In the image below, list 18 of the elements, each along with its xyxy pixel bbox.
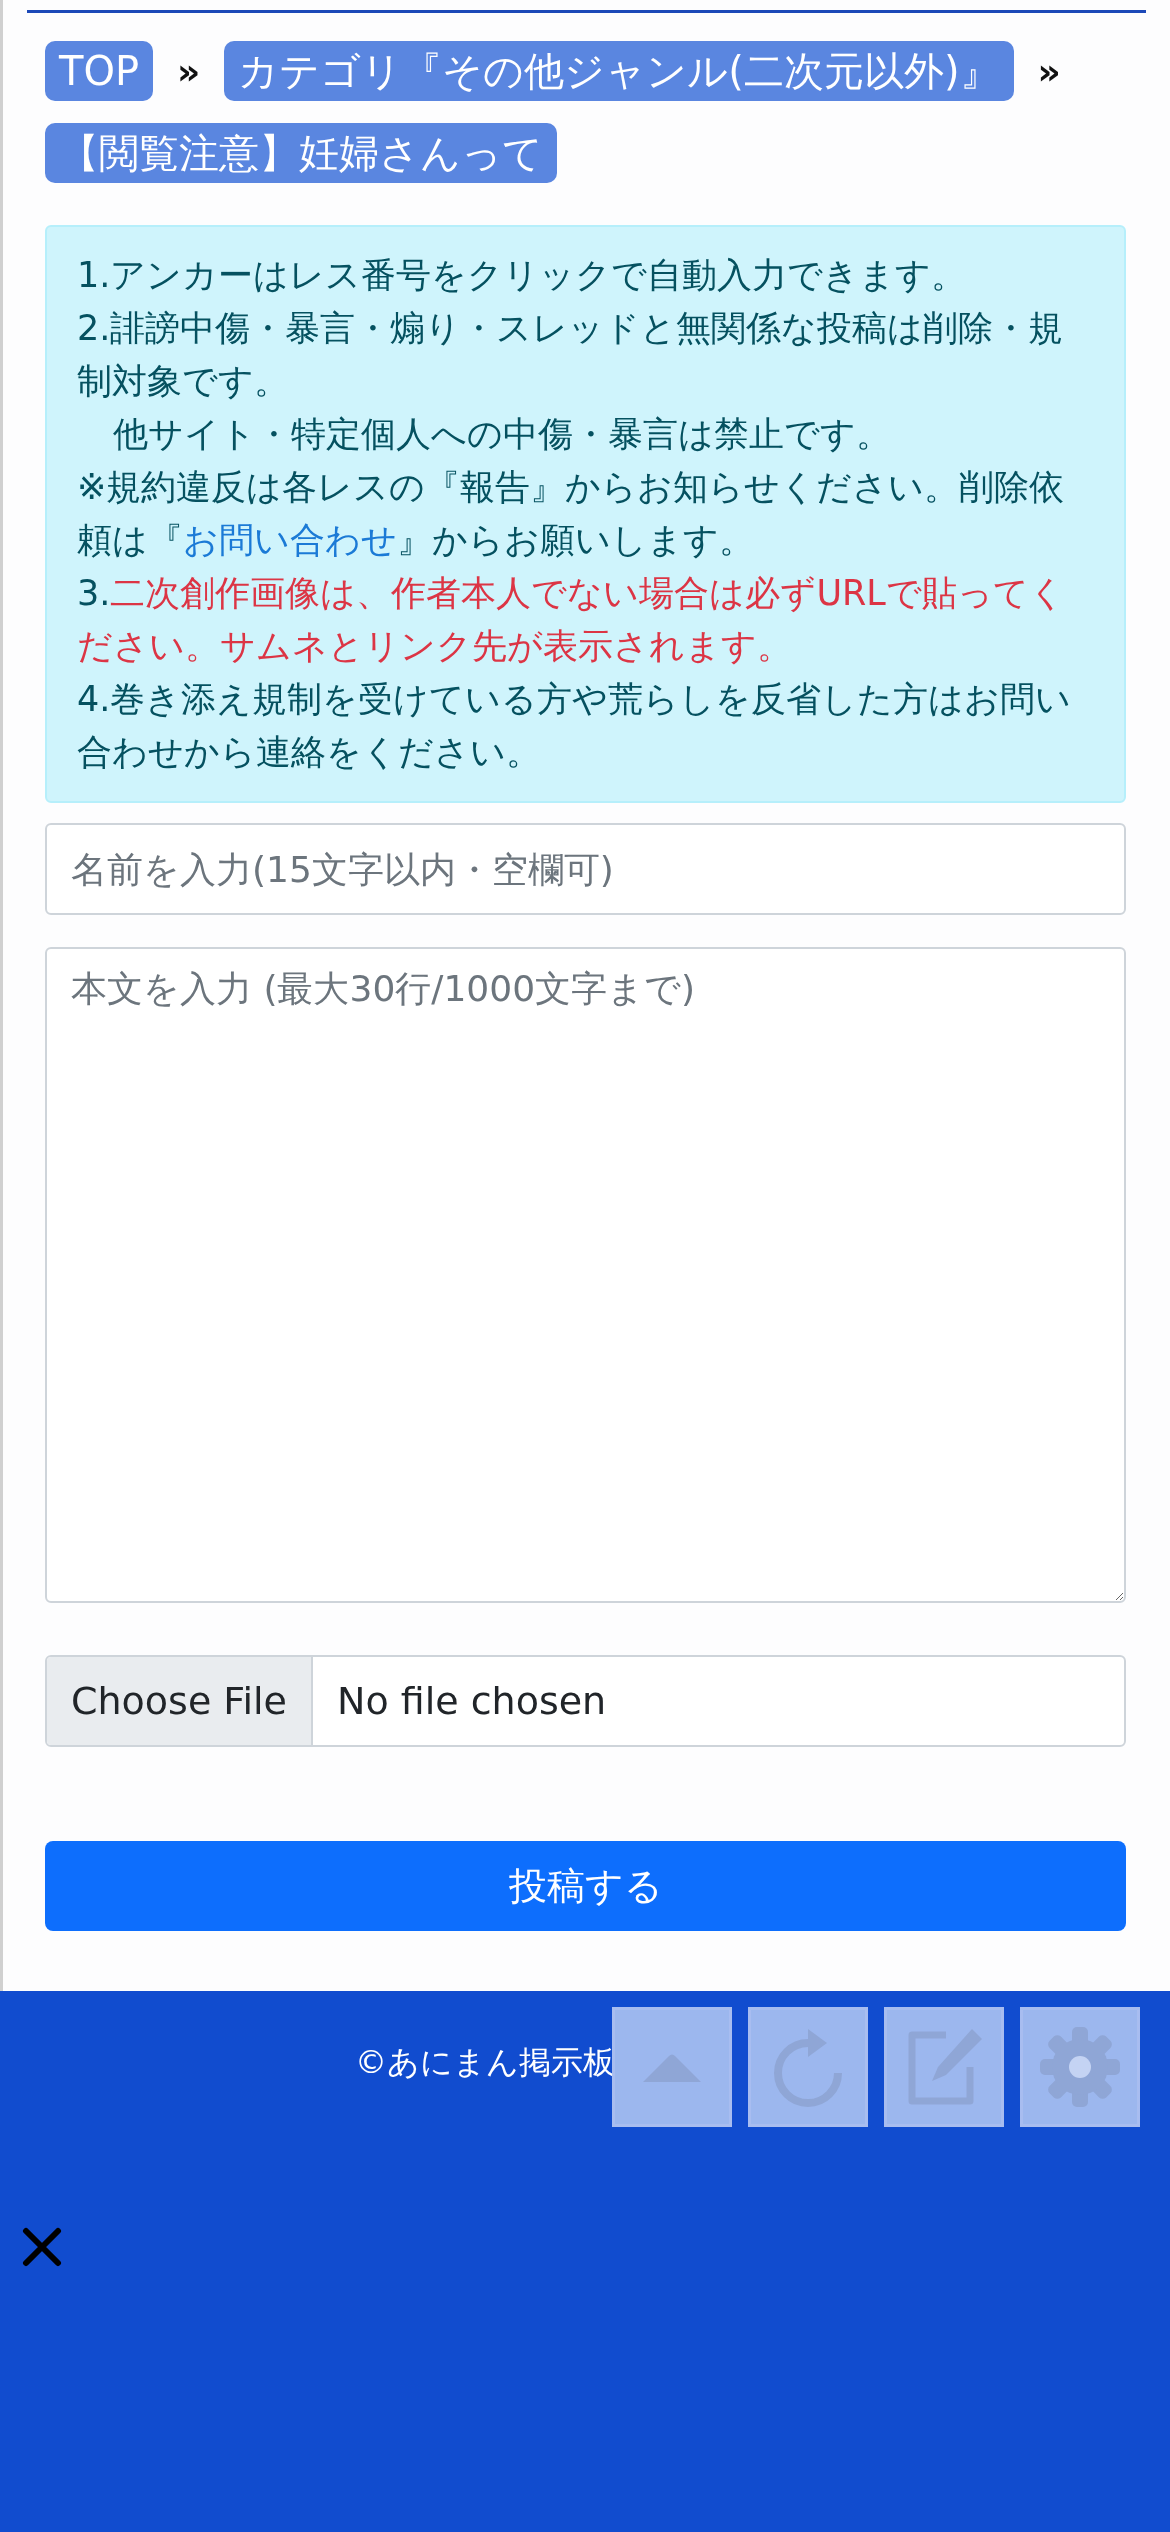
notice-line: 4.巻き添え規制を受けている方や荒らしを反省した方はお問い合わせから連絡をください。 [77,678,1073,774]
breadcrumb-separator: » [177,50,201,92]
breadcrumb-link[interactable]: カテゴリ『その他ジャンル(二次元以外)』 [224,41,1014,101]
choose-file-button[interactable]: Choose File [47,1657,313,1745]
file-input[interactable]: Choose File No file chosen [45,1655,1126,1747]
notice-line: 他サイト・特定個人への中傷・暴言は禁止です。 [112,413,892,456]
breadcrumb-separator: » [1037,50,1061,92]
notice-line: 1.アンカーはレス番号をクリックで自動入力できます。 [77,254,968,297]
breadcrumb-link[interactable]: TOP [45,41,154,101]
submit-button[interactable]: 投稿する [45,1841,1126,1931]
notice-line: ※規約違反は各レスの『報告』からお知らせください。削除依頼は『お問い合わせ』からお願いします。 [77,466,1066,562]
notice-line: 2.誹謗中傷・暴言・煽り・スレッドと無関係な投稿は削除・規制対象です。 [77,307,1065,403]
notice-line: 3.二次創作画像は、作者本人でない場合は必ずURLで貼ってください。サムネとリンク先が表示されます。 [77,572,1066,668]
contact-link[interactable]: お問い合わせ [183,520,397,560]
file-status: No file chosen [335,1679,607,1723]
body-field[interactable]: 本文を入力 (最大30行/1000文字まで) [45,947,1126,1603]
breadcrumb-link[interactable]: 【閲覧注意】妊婦さんって [45,123,557,183]
name-field[interactable]: 名前を入力(15文字以内・空欄可) [45,823,1126,915]
